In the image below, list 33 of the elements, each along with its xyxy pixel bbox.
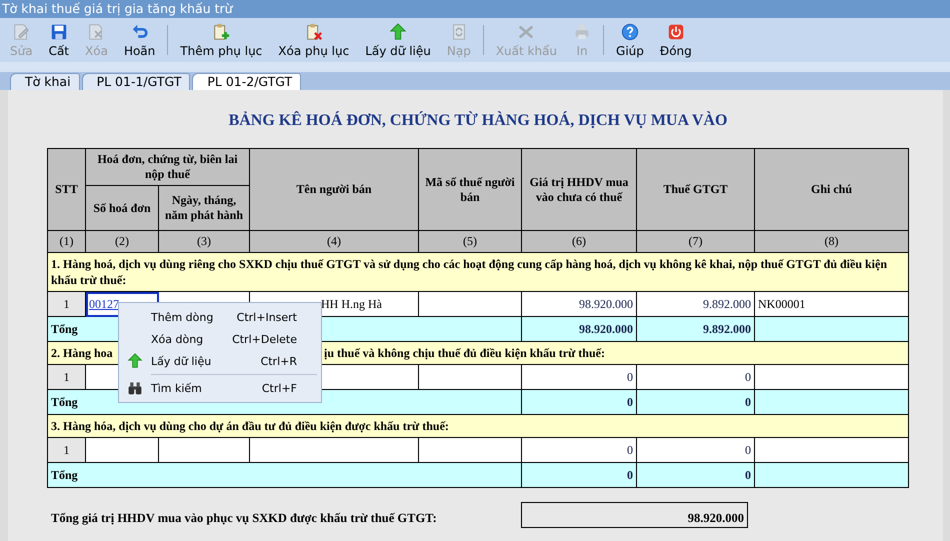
row-number: 1 (48, 292, 86, 316)
total-value: 0 (522, 462, 636, 488)
column-header: Mã số thuế người bán (418, 148, 522, 230)
column-number: (6) (522, 230, 636, 252)
section-heading: 1. Hàng hoá, dịch vụ dùng riêng cho SXKD chịu thuế GTGT và sử dụng cho các hoạt động cung cấp hàng hoá, dịch vụ không kê khai, nộp thuế GTGT đủ điều kiện khấu trừ thuế: (48, 252, 908, 292)
total-value: 0 (636, 390, 754, 414)
column-number: (8) (754, 230, 908, 252)
column-header: Ghi chú (754, 148, 908, 230)
section-heading: 3. Hàng hóa, dịch vụ dùng cho dự án đầu tư đủ điều kiện được khấu trừ thuế: (48, 414, 908, 438)
total-value: 0 (636, 462, 754, 488)
column-number: (7) (636, 230, 754, 252)
form-title: BẢNG KÊ HOÁ ĐƠN, CHỨNG TỪ HÀNG HOÁ, DỊCH VỤ MUA VÀO (228, 112, 728, 130)
column-header: Hoá đơn, chứng từ, biên lai nộp thuế (86, 148, 250, 186)
column-number: (4) (250, 230, 418, 252)
summary-label: Tổng giá trị HHDV mua vào phục vụ SXKD được khấu trừ thuế GTGT: (50, 511, 438, 527)
column-header: STT (48, 148, 86, 230)
column-number: (3) (158, 230, 250, 252)
row-number: 1 (48, 438, 86, 462)
column-header: Ngày, tháng, năm phát hành (158, 186, 250, 230)
column-number: (5) (418, 230, 522, 252)
row-number: 1 (48, 364, 86, 390)
window-title: Tờ khai thuế giá trị gia tăng khấu trừ (2, 1, 233, 16)
column-number: (1) (48, 230, 86, 252)
column-header: Giá trị HHDV mua vào chưa có thuế (522, 148, 636, 230)
column-header: Số hoá đơn (86, 186, 158, 230)
total-value: 0 (522, 390, 636, 414)
column-header: Thuế GTGT (636, 148, 754, 230)
total-value: 9.892.000 (636, 316, 754, 342)
column-number: (2) (86, 230, 158, 252)
column-header: Tên người bán (250, 148, 418, 230)
total-label: Tổng (48, 462, 522, 488)
summary-value: 98.920.000 (521, 502, 748, 528)
total-value: 98.920.000 (522, 316, 636, 342)
